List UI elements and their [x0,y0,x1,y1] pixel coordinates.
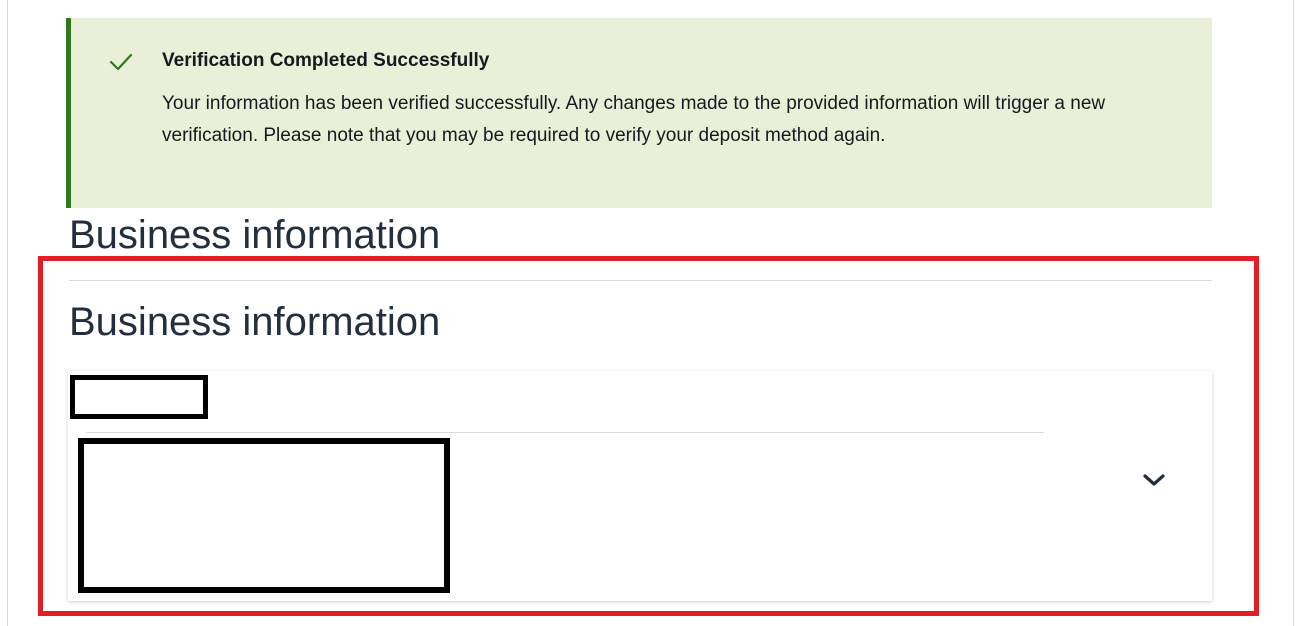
section-title: Business information [69,213,441,257]
chevron-down-icon[interactable] [1141,471,1167,489]
section-divider [69,280,1212,281]
page-border-left [7,0,8,626]
check-icon [109,52,133,72]
panel-title: Business information [69,300,441,344]
alert-message: Your information has been verified succe… [162,93,1106,146]
redacted-field-label [70,375,208,419]
success-alert: Verification Completed Successfully Your… [66,18,1212,208]
redacted-field-value [78,438,450,593]
page: Verification Completed Successfully Your… [0,0,1301,626]
business-info-card[interactable] [68,371,1212,601]
card-divider [86,432,1044,433]
page-border-right [1293,0,1294,626]
alert-title: Verification Completed Successfully [162,50,490,71]
